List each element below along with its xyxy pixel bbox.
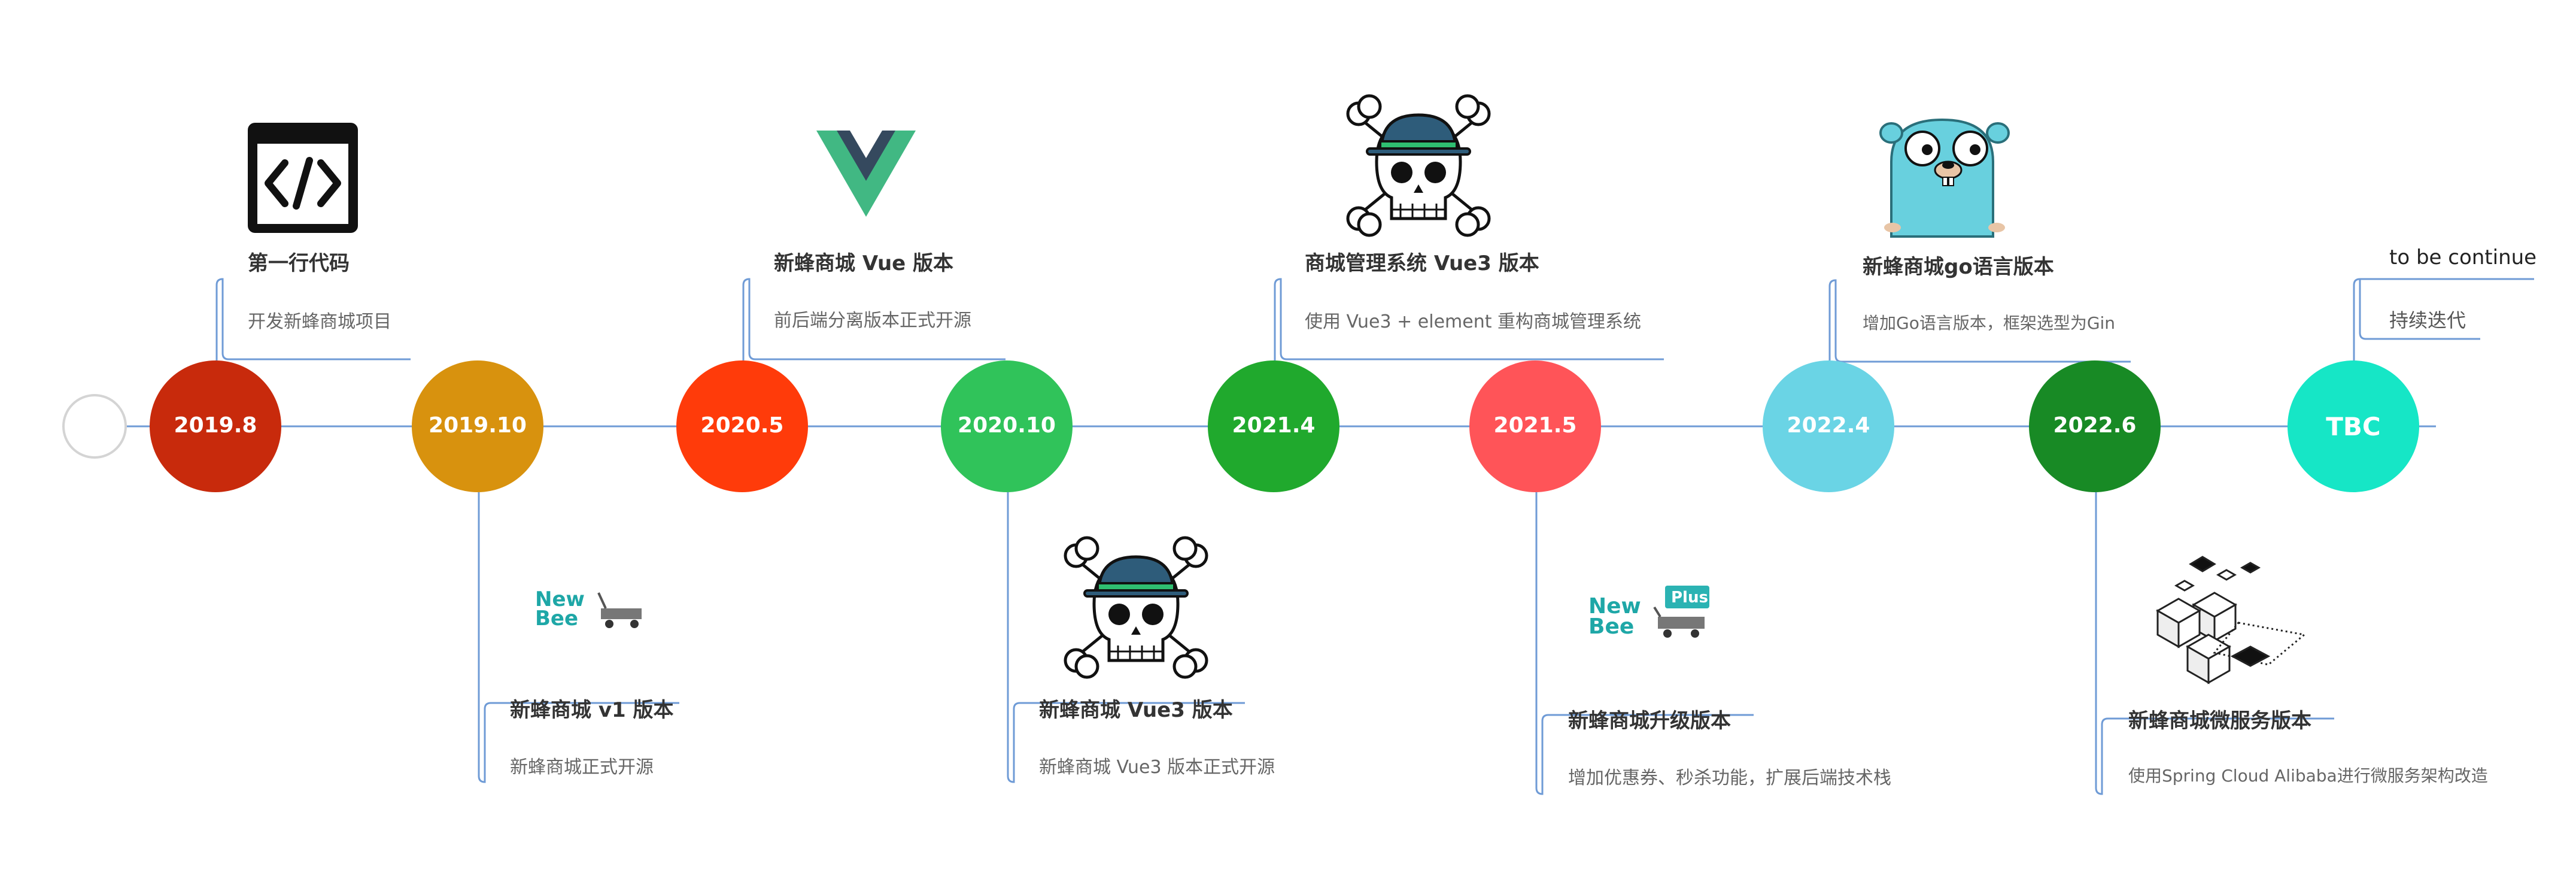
event-title-e9: to be continue [2389,246,2537,269]
event-desc-e5: 使用 Vue3 + element 重构商城管理系统 [1305,311,1642,332]
svg-text:Bee: Bee [1588,614,1634,639]
event-desc-e8: 使用Spring Cloud Alibaba进行微服务架构改造 [2128,766,2488,786]
node-label: 2021.4 [1232,413,1316,438]
connector-e2 [478,492,679,783]
connector-e6 [1535,492,1754,795]
node-label: 2020.5 [700,413,784,438]
node-label: 2019.8 [174,413,257,438]
event-title-e5: 商城管理系统 Vue3 版本 [1305,251,1539,275]
event-title-e1: 第一行代码 [248,251,350,275]
svg-text:Bee: Bee [535,607,578,631]
event-title-e4: 新蜂商城 Vue3 版本 [1039,698,1233,722]
event-title-e8: 新蜂商城微服务版本 [2128,709,2311,733]
node-label: TBC [2326,412,2381,441]
event-desc-e9: 持续迭代 [2389,309,2466,332]
event-desc-e6: 增加优惠券、秒杀功能，扩展后端技术栈 [1568,768,1891,789]
skull-icon-top [1346,94,1491,237]
event-desc-e1: 开发新蜂商城项目 [248,311,391,332]
vue-logo [816,131,916,217]
event-desc-e2: 新蜂商城正式开源 [510,757,654,778]
node-label: 2022.4 [1787,413,1870,438]
node-label: 2020.10 [958,413,1056,438]
gopher-icon [1879,118,2010,238]
svg-text:Plus: Plus [1671,589,1708,607]
event-title-e7: 新蜂商城go语言版本 [1863,255,2054,279]
event-title-e3: 新蜂商城 Vue 版本 [774,251,954,275]
newbee-logo: New Bee [535,587,642,631]
event-desc-e3: 前后端分离版本正式开源 [774,310,971,331]
event-desc-e7: 增加Go语言版本，框架选型为Gin [1863,313,2116,333]
node-label: 2021.5 [1493,413,1577,438]
event-title-e2: 新蜂商城 v1 版本 [510,698,674,722]
code-icon [248,123,358,233]
start-circle [62,394,127,459]
timeline-diagram: New Bee New Bee Plus 2019.8 2019.10 2020… [0,0,2576,891]
node-label: 2022.6 [2053,413,2137,438]
node-label: 2019.10 [429,413,527,438]
event-desc-e4: 新蜂商城 Vue3 版本正式开源 [1039,757,1275,778]
event-title-e6: 新蜂商城升级版本 [1568,709,1731,733]
skull-icon-bottom [1064,536,1208,679]
newbee-plus-logo: New Bee Plus [1588,586,1709,639]
cubes-icon [2155,556,2307,684]
